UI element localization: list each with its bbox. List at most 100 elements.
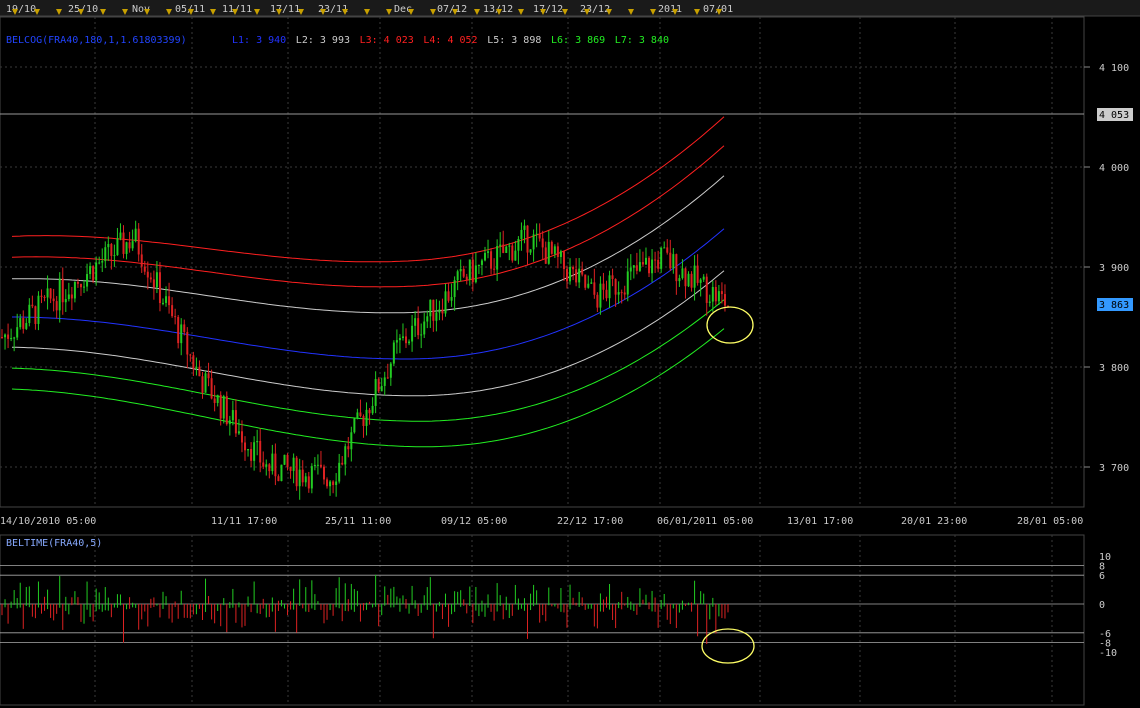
candle-body	[438, 309, 441, 313]
candle-body	[335, 481, 338, 485]
candle-body	[204, 373, 207, 393]
candle-body	[64, 299, 67, 303]
candle-body	[474, 265, 477, 283]
level-label-l7: L7: 3 840	[615, 35, 669, 46]
candle-body	[514, 250, 517, 261]
candle-body	[301, 469, 304, 483]
candle-body	[663, 247, 666, 249]
candle-body	[43, 296, 46, 298]
y-tick-label: 3 800	[1099, 363, 1129, 374]
candle-body	[411, 325, 414, 342]
osc-y-tick-label: -10	[1099, 648, 1117, 659]
candle-body	[165, 296, 168, 303]
candle-body	[401, 336, 404, 339]
level-label-l4: L4: 4 052	[423, 35, 477, 46]
candle-body	[511, 245, 514, 261]
candle-body	[228, 420, 231, 425]
candle-body	[684, 268, 687, 287]
candle-body	[292, 457, 295, 471]
candle-body	[16, 327, 19, 338]
candle-body	[480, 260, 483, 265]
x-tick-label: 25/11 11:00	[325, 516, 391, 527]
candle-body	[435, 312, 438, 321]
candle-body	[720, 291, 723, 295]
candle-body	[499, 244, 502, 246]
candle-body	[329, 481, 332, 487]
candle-body	[566, 269, 569, 282]
candle-body	[155, 272, 158, 288]
candle-body	[61, 278, 64, 303]
candle-body	[669, 252, 672, 269]
candle-body	[95, 262, 98, 281]
candle-body	[7, 334, 10, 339]
candle-body	[332, 481, 335, 485]
candle-body	[374, 379, 377, 406]
candle-body	[359, 412, 362, 417]
osc-y-tick-label: 6	[1099, 571, 1105, 582]
candle-body	[593, 282, 596, 295]
candle-body	[672, 254, 675, 269]
candle-body	[234, 410, 237, 434]
candle-body	[483, 252, 486, 261]
candle-body	[644, 257, 647, 265]
candle-body	[298, 469, 301, 487]
candle-body	[681, 268, 684, 279]
candle-body	[638, 262, 641, 271]
candle-body	[168, 296, 171, 306]
candle-body	[423, 321, 426, 335]
candle-body	[547, 241, 550, 264]
x-tick-label: 22/12 17:00	[557, 516, 623, 527]
candle-body	[453, 280, 456, 298]
candle-body	[237, 431, 240, 434]
candle-body	[177, 316, 180, 344]
candle-body	[259, 440, 262, 463]
candle-body	[219, 394, 222, 419]
candle-body	[113, 255, 116, 257]
candle-body	[723, 294, 726, 306]
candle-body	[98, 262, 101, 264]
candle-body	[4, 334, 7, 338]
top-date-label: 19/10	[6, 4, 36, 15]
candle-body	[608, 275, 611, 299]
candle-body	[550, 241, 553, 254]
candle-body	[648, 257, 651, 274]
candle-body	[414, 318, 417, 326]
candle-body	[101, 261, 104, 263]
candle-body	[526, 225, 529, 253]
candle-body	[532, 234, 535, 250]
candle-body	[441, 309, 444, 314]
candle-body	[271, 453, 274, 472]
candle-body	[25, 323, 28, 329]
candle-body	[389, 363, 392, 378]
candle-body	[496, 245, 499, 270]
candle-body	[192, 355, 195, 369]
candle-body	[347, 446, 350, 450]
candle-body	[49, 288, 52, 299]
level-label-l1: L1: 3 940	[232, 35, 286, 46]
candle-body	[450, 297, 453, 301]
candle-body	[225, 396, 228, 425]
candle-body	[556, 246, 559, 257]
candle-body	[626, 271, 629, 295]
candle-body	[253, 442, 256, 461]
candle-body	[244, 442, 247, 451]
candle-body	[161, 302, 164, 304]
candle-body	[73, 281, 76, 299]
candle-body	[341, 462, 344, 465]
candle-body	[295, 457, 298, 487]
top-date-label: 07/12	[437, 4, 467, 15]
candle-body	[122, 232, 125, 254]
candle-body	[523, 225, 526, 230]
candle-body	[702, 276, 705, 280]
candle-body	[10, 338, 13, 340]
candle-body	[417, 318, 420, 336]
candle-body	[256, 440, 259, 443]
candle-body	[265, 464, 268, 467]
candle-body	[58, 278, 61, 311]
candle-body	[398, 338, 401, 341]
x-tick-label: 11/11 17:00	[211, 516, 277, 527]
marker-current: 3 863	[1097, 298, 1133, 311]
candle-body	[456, 271, 459, 281]
candle-body	[517, 238, 520, 251]
candle-body	[657, 259, 660, 269]
